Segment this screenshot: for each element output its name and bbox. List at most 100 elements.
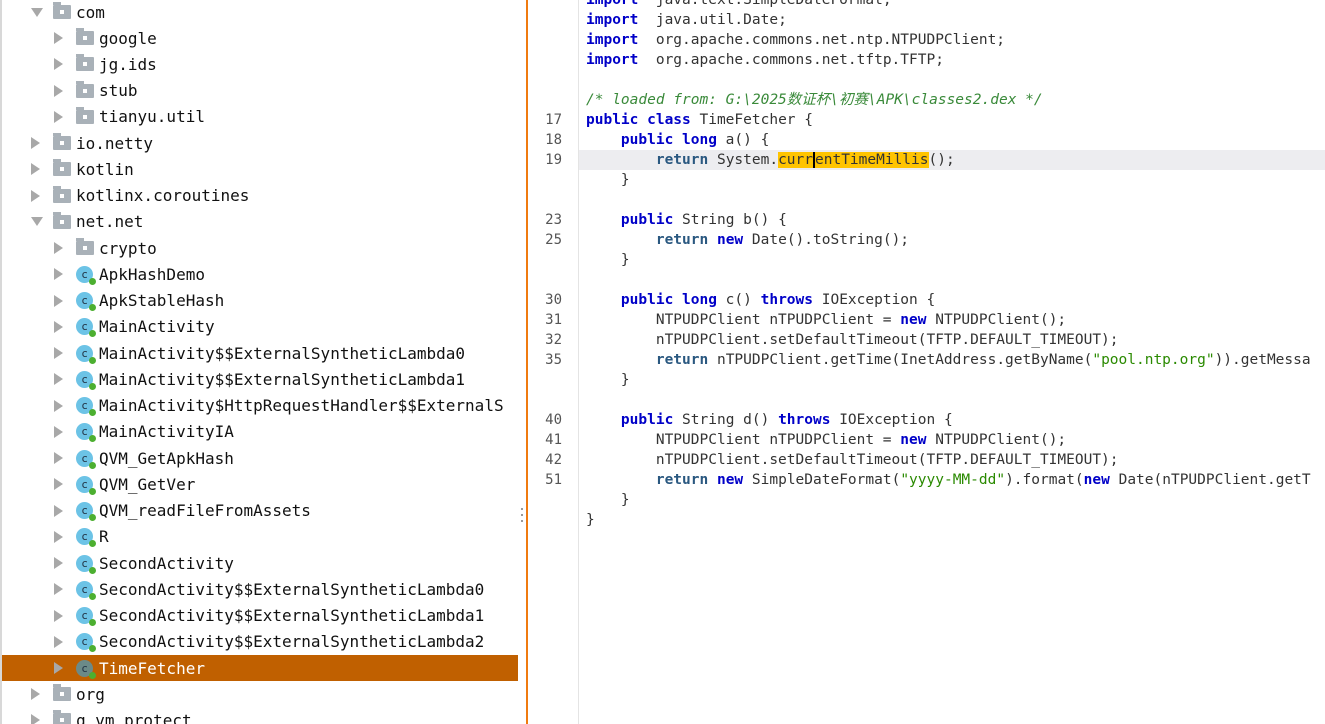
expand-arrow-icon[interactable]	[54, 583, 63, 596]
code-line[interactable]: public long c() throws IOException {	[586, 290, 1325, 310]
expand-arrow-icon[interactable]	[54, 662, 63, 674]
expand-arrow-icon[interactable]	[54, 478, 63, 491]
expand-arrow-icon[interactable]	[54, 399, 63, 412]
tree-item-r[interactable]: cR	[2, 524, 518, 550]
ret-token: return	[655, 352, 709, 368]
code-editor[interactable]: 17 18 19 23 25 30 31 32 35 40 41 42 51 import java.t…	[526, 0, 1325, 724]
tree-item-com[interactable]: com	[2, 0, 518, 25]
expand-arrow-icon[interactable]	[54, 373, 63, 386]
code-token: Date(nTPUDPClient.getT	[1109, 472, 1311, 488]
tree-item-apkhashdemo[interactable]: c ApkHashDemo	[2, 261, 518, 287]
expand-arrow-icon[interactable]	[54, 84, 63, 97]
expand-arrow-icon[interactable]	[31, 688, 40, 701]
ret-token: return	[655, 152, 709, 168]
expand-arrow-icon[interactable]	[54, 320, 63, 333]
code-line[interactable]: return new SimpleDateFormat("yyyy-MM-dd"…	[586, 470, 1325, 490]
code-line[interactable]: }	[586, 370, 1325, 390]
code-line[interactable]: public String d() throws IOException {	[586, 410, 1325, 430]
code-line[interactable]: public String b() {	[586, 210, 1325, 230]
expand-arrow-icon[interactable]	[31, 137, 40, 150]
tree-item-kotlinx-coroutines[interactable]: kotlinx.coroutines	[2, 183, 518, 209]
tree-item-org[interactable]: org	[2, 681, 518, 707]
expand-arrow-icon[interactable]	[54, 635, 63, 648]
line-number: 35	[545, 352, 562, 368]
tree-item-mainactivity-externalsyntheticlambda1[interactable]: c MainActivity$$ExternalSyntheticLambda1	[2, 366, 518, 392]
expand-arrow-icon[interactable]	[54, 32, 63, 45]
expand-arrow-open-icon[interactable]	[31, 217, 43, 227]
code-line[interactable]: }	[586, 490, 1325, 510]
line-number: 40	[545, 412, 562, 428]
expand-arrow-icon[interactable]	[31, 189, 40, 202]
tree-item-kotlin[interactable]: kotlin	[2, 156, 518, 182]
tree-item-mainactivity-externalsyntheticlambda0[interactable]: c MainActivity$$ExternalSyntheticLambda0	[2, 340, 518, 366]
code-line[interactable]: }	[586, 510, 1325, 530]
code-line[interactable]: import java.text.SimpleDateFormat;	[586, 0, 1325, 10]
code-line[interactable]: nTPUDPClient.setDefaultTimeout(TFTP.DEFA…	[586, 330, 1325, 350]
tree-item-apkstablehash[interactable]: c ApkStableHash	[2, 288, 518, 314]
tree-item-q-vm-protect[interactable]: q_vm_protect	[2, 707, 518, 724]
expand-arrow-open-icon[interactable]	[31, 7, 43, 17]
tree-item-secondactivity-externalsyntheticlambda1[interactable]: c SecondActivity$$ExternalSyntheticLambda…	[2, 603, 518, 629]
package-tree[interactable]: com google jg.ids stub tianyu.util io.netty ko…	[0, 0, 518, 724]
tree-item-qvm-getver[interactable]: c QVM_GetVer	[2, 471, 518, 497]
code-line[interactable]: import org.apache.commons.net.ntp.NTPUDP…	[586, 30, 1325, 50]
expand-arrow-icon[interactable]	[54, 242, 63, 255]
expand-arrow-icon[interactable]	[54, 609, 63, 622]
expand-arrow-icon[interactable]	[54, 504, 63, 517]
code-line[interactable]: return nTPUDPClient.getTime(InetAddress.…	[586, 350, 1325, 370]
tree-item-secondactivity-externalsyntheticlambda2[interactable]: c SecondActivity$$ExternalSyntheticLambda…	[2, 629, 518, 655]
code-line[interactable]	[586, 270, 1325, 290]
expand-arrow-icon[interactable]	[54, 347, 63, 360]
tree-item-mainactivity-httprequesthandler-externals[interactable]: c MainActivity$HttpRequestHandler$$Extern…	[2, 393, 518, 419]
expand-arrow-icon[interactable]	[31, 163, 40, 176]
pane-splitter[interactable]	[518, 0, 526, 724]
expand-arrow-icon[interactable]	[54, 425, 63, 438]
code-token: System.	[708, 152, 779, 168]
code-line[interactable]	[586, 190, 1325, 210]
tree-item-io-netty[interactable]: io.netty	[2, 130, 518, 156]
class-icon: c	[76, 580, 96, 600]
code-line[interactable]: nTPUDPClient.setDefaultTimeout(TFTP.DEFA…	[586, 450, 1325, 470]
expand-arrow-icon[interactable]	[31, 714, 40, 724]
tree-item-google[interactable]: google	[2, 25, 518, 51]
expand-arrow-icon[interactable]	[54, 110, 63, 123]
code-line[interactable]: NTPUDPClient nTPUDPClient = new NTPUDPCl…	[586, 430, 1325, 450]
line-number: 51	[545, 472, 562, 488]
tree-item-stub[interactable]: stub	[2, 78, 518, 104]
tree-item-label: SecondActivity$$ExternalSyntheticLambda1	[99, 606, 485, 626]
code-line[interactable]: import org.apache.commons.net.tftp.TFTP;	[586, 50, 1325, 70]
code-line[interactable]: import java.util.Date;	[586, 10, 1325, 30]
tree-item-label: stub	[99, 81, 138, 101]
str-token: "yyyy-MM-dd"	[900, 472, 1006, 488]
expand-arrow-icon[interactable]	[54, 530, 63, 543]
expand-arrow-icon[interactable]	[54, 58, 63, 71]
code-line[interactable]: return new Date().toString();	[586, 230, 1325, 250]
tree-item-secondactivity[interactable]: c SecondActivity	[2, 550, 518, 576]
tree-item-secondactivity-externalsyntheticlambda0[interactable]: c SecondActivity$$ExternalSyntheticLambda…	[2, 576, 518, 602]
code-line[interactable]: NTPUDPClient nTPUDPClient = new NTPUDPCl…	[586, 310, 1325, 330]
code-line[interactable]	[586, 390, 1325, 410]
class-icon: c	[76, 370, 96, 390]
tree-item-net-net[interactable]: net.net	[2, 209, 518, 235]
code-line[interactable]: public long a() {	[586, 130, 1325, 150]
expand-arrow-icon[interactable]	[54, 452, 63, 465]
code-line[interactable]: }	[586, 250, 1325, 270]
tree-item-tianyu-util[interactable]: tianyu.util	[2, 104, 518, 130]
code-line[interactable]: public class TimeFetcher {	[586, 110, 1325, 130]
tree-item-jg-ids[interactable]: jg.ids	[2, 51, 518, 77]
expand-arrow-icon[interactable]	[54, 294, 63, 307]
code-line[interactable]	[586, 70, 1325, 90]
tree-item-qvm-getapkhash[interactable]: c QVM_GetApkHash	[2, 445, 518, 471]
tree-item-mainactivity[interactable]: c MainActivity	[2, 314, 518, 340]
tree-item-qvm-readfilefromassets[interactable]: c QVM_readFileFromAssets	[2, 498, 518, 524]
current-code-line[interactable]: return System.curr entTimeMillis();	[579, 150, 1325, 170]
code-line[interactable]: }	[586, 170, 1325, 190]
tree-item-crypto[interactable]: crypto	[2, 235, 518, 261]
code-line[interactable]: /* loaded from: G:\2025数证杯\初赛\APK\classe…	[586, 90, 1325, 110]
tree-item-timefetcher[interactable]: c TimeFetcher	[2, 655, 518, 681]
expand-arrow-icon[interactable]	[54, 268, 63, 281]
tree-item-mainactivityia[interactable]: c MainActivityIA	[2, 419, 518, 445]
expand-arrow-icon[interactable]	[54, 557, 63, 570]
